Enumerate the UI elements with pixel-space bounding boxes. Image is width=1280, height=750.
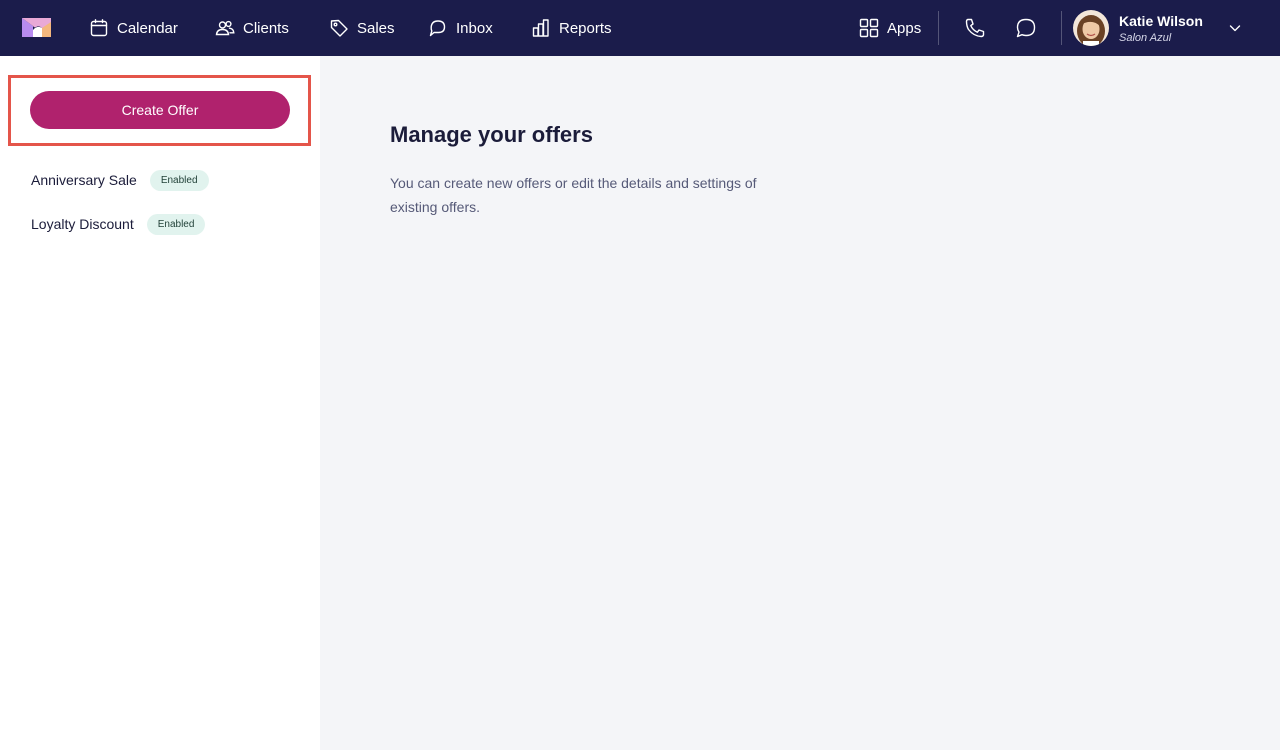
phone-icon [965, 18, 985, 38]
phone-button[interactable] [963, 16, 987, 40]
nav-divider [1061, 11, 1062, 45]
page-title: Manage your offers [390, 122, 593, 147]
offers-sidebar: Create Offer Anniversary Sale Enabled Lo… [0, 56, 320, 750]
create-offer-button[interactable]: Create Offer [30, 91, 290, 129]
bar-chart-icon [532, 19, 549, 37]
nav-clients[interactable]: Clients [215, 0, 289, 56]
nav-sales-label: Sales [357, 19, 395, 37]
chevron-down-icon [1229, 25, 1241, 32]
messages-button[interactable] [1014, 16, 1038, 40]
status-badge: Enabled [149, 169, 209, 191]
nav-divider [938, 11, 939, 45]
message-circle-icon [1016, 18, 1036, 38]
avatar [1073, 10, 1109, 46]
nav-inbox[interactable]: Inbox [428, 0, 493, 56]
top-navigation-bar: Calendar Clients Sales Inbox Reports App… [0, 0, 1280, 56]
offer-name: Loyalty Discount [31, 216, 134, 232]
offer-name: Anniversary Sale [31, 172, 137, 188]
salon-name: Salon Azul [1119, 32, 1172, 44]
nav-apps[interactable]: Apps [859, 0, 921, 56]
nav-apps-label: Apps [887, 19, 922, 37]
nav-clients-label: Clients [243, 19, 289, 37]
main-content: Manage your offers You can create new of… [320, 56, 1280, 750]
nav-inbox-label: Inbox [456, 19, 493, 37]
offer-item[interactable]: Loyalty Discount Enabled [31, 212, 206, 236]
nav-reports[interactable]: Reports [531, 0, 612, 56]
status-badge: Enabled [146, 213, 206, 235]
offer-item[interactable]: Anniversary Sale Enabled [31, 168, 209, 192]
user-profile-menu[interactable]: Katie Wilson Salon Azul [1073, 10, 1258, 46]
calendar-icon [90, 19, 108, 37]
brand-logo[interactable] [22, 18, 51, 37]
nav-calendar-label: Calendar [117, 19, 178, 37]
users-icon [215, 20, 235, 36]
page-description: You can create new offers or edit the de… [390, 175, 757, 215]
nav-sales[interactable]: Sales [329, 0, 395, 56]
user-name: Katie Wilson [1119, 13, 1203, 29]
nav-reports-label: Reports [559, 19, 612, 37]
tag-icon [330, 19, 348, 37]
chat-bubble-icon [429, 20, 446, 37]
grid-icon [859, 18, 879, 38]
nav-calendar[interactable]: Calendar [89, 0, 178, 56]
